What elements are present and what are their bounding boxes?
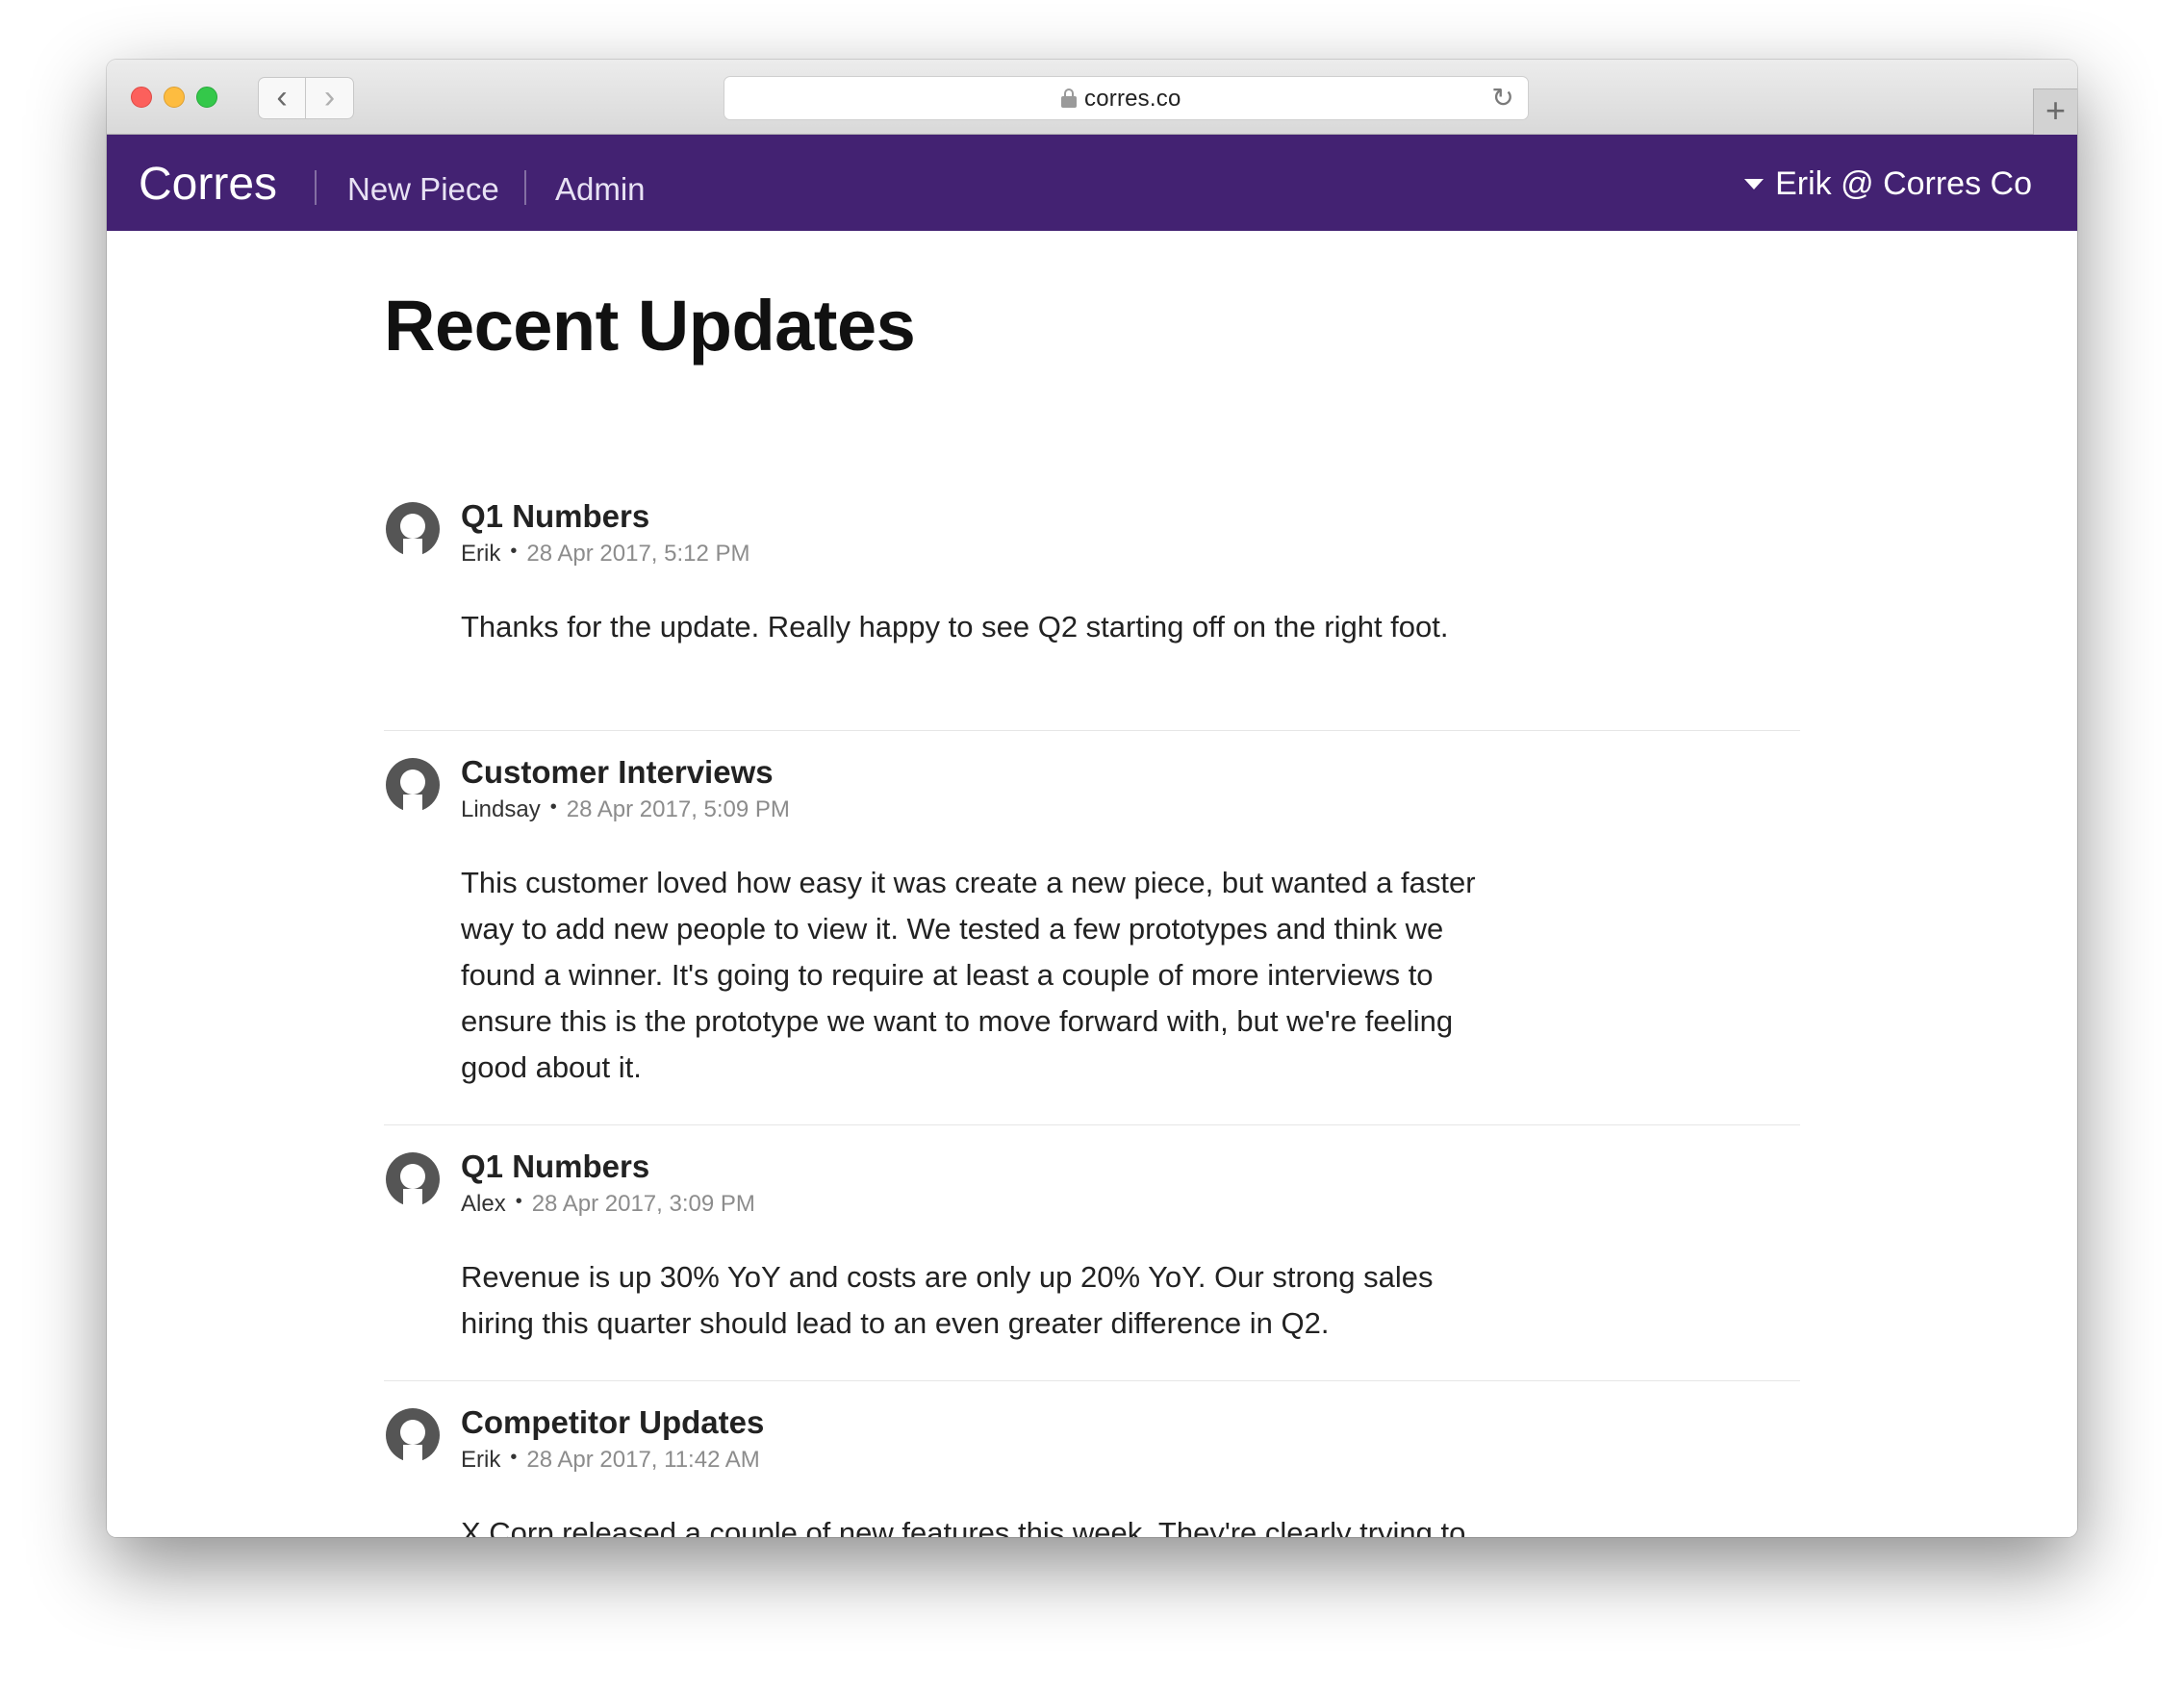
nav-new-piece-link[interactable]: New Piece (347, 171, 499, 208)
brand-logo-link[interactable]: Corres (139, 158, 277, 211)
update-timestamp: 28 Apr 2017, 11:42 AM (526, 1447, 760, 1473)
url-text: corres.co (1084, 86, 1181, 112)
zoom-window-button[interactable] (196, 87, 217, 108)
app-header: Corres New Piece Admin Erik @ Corres Co (107, 135, 2077, 231)
forward-button[interactable]: › (306, 77, 354, 119)
browser-window: ‹ › corres.co ↻ + Corres New Piece Admin… (107, 60, 2077, 1537)
update-author: Erik (461, 541, 501, 567)
new-tab-button[interactable]: + (2033, 88, 2077, 135)
nav-divider (524, 170, 526, 205)
update-item: Q1 Numbers Alex • 28 Apr 2017, 3:09 PM Rev… (384, 1148, 1800, 1381)
avatar-icon[interactable] (384, 1406, 442, 1464)
plus-icon: + (2044, 90, 2067, 130)
caret-down-icon (1744, 179, 1765, 189)
address-bar[interactable]: corres.co ↻ (724, 76, 1529, 120)
reload-icon[interactable]: ↻ (1491, 85, 1514, 112)
meta-separator: • (515, 1191, 522, 1212)
minimize-window-button[interactable] (164, 87, 185, 108)
update-meta: Erik • 28 Apr 2017, 11:42 AM (461, 1447, 760, 1474)
avatar-icon[interactable] (384, 756, 442, 814)
update-body: X Corp released a couple of new features… (461, 1516, 1466, 1537)
update-title-link[interactable]: Customer Interviews (461, 754, 774, 791)
update-body: Thanks for the update. Really happy to s… (461, 610, 1449, 644)
update-item: Competitor Updates Erik • 28 Apr 2017, 11:… (384, 1404, 1800, 1537)
page-title: Recent Updates (384, 286, 916, 366)
update-author: Erik (461, 1447, 501, 1473)
update-author: Alex (461, 1191, 506, 1217)
meta-separator: • (549, 796, 557, 818)
update-timestamp: 28 Apr 2017, 5:12 PM (526, 541, 750, 567)
chevron-left-icon: ‹ (276, 79, 288, 115)
user-menu-dropdown[interactable]: Erik @ Corres Co (1744, 165, 2032, 203)
update-divider (384, 730, 1800, 731)
update-title-link[interactable]: Competitor Updates (461, 1404, 764, 1441)
lock-icon (1061, 88, 1077, 108)
update-divider (384, 1380, 1800, 1381)
update-meta: Alex • 28 Apr 2017, 3:09 PM (461, 1191, 755, 1218)
chevron-right-icon: › (323, 79, 336, 115)
avatar-icon[interactable] (384, 1150, 442, 1208)
browser-titlebar: ‹ › corres.co ↻ + (107, 60, 2077, 135)
update-meta: Lindsay • 28 Apr 2017, 5:09 PM (461, 796, 790, 823)
user-menu-label: Erik @ Corres Co (1775, 165, 2032, 202)
update-item: Customer Interviews Lindsay • 28 Apr 2017,… (384, 754, 1800, 1125)
close-window-button[interactable] (131, 87, 152, 108)
update-divider (384, 1124, 1800, 1125)
update-body: This customer loved how easy it was crea… (461, 866, 1476, 1084)
nav-admin-link[interactable]: Admin (555, 171, 646, 208)
back-button[interactable]: ‹ (258, 77, 306, 119)
meta-separator: • (510, 1447, 518, 1468)
update-title-link[interactable]: Q1 Numbers (461, 1148, 649, 1185)
avatar-icon[interactable] (384, 500, 442, 558)
update-author: Lindsay (461, 796, 541, 822)
nav-divider (315, 170, 317, 205)
update-timestamp: 28 Apr 2017, 3:09 PM (531, 1191, 755, 1217)
main-content: Recent Updates Q1 Numbers Erik • 28 Apr 20… (107, 231, 2077, 1537)
update-title-link[interactable]: Q1 Numbers (461, 498, 649, 535)
update-timestamp: 28 Apr 2017, 5:09 PM (566, 796, 790, 822)
update-body: Revenue is up 30% YoY and costs are only… (461, 1260, 1434, 1340)
update-item: Q1 Numbers Erik • 28 Apr 2017, 5:12 PM Tha… (384, 498, 1800, 731)
meta-separator: • (510, 541, 518, 562)
update-meta: Erik • 28 Apr 2017, 5:12 PM (461, 541, 750, 568)
